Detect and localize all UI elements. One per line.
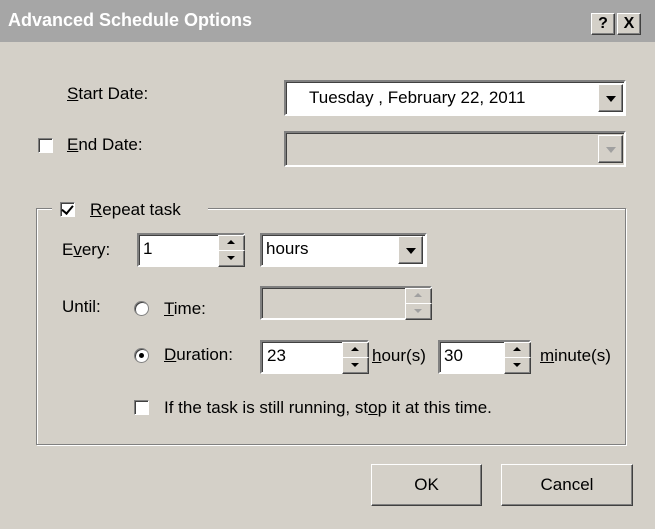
duration-hours-value: 23 <box>267 346 286 365</box>
end-date-checkbox[interactable] <box>38 138 53 153</box>
help-icon: ? <box>598 15 608 32</box>
arrow-down-icon <box>227 256 235 260</box>
duration-hours-spinner[interactable] <box>342 342 369 374</box>
minutes-unit-label: minute(s) <box>540 346 611 365</box>
duration-minutes-value: 30 <box>444 346 463 365</box>
every-input[interactable]: 1 <box>137 233 245 267</box>
chevron-down-icon <box>606 147 616 153</box>
end-date-picker[interactable] <box>284 131 626 167</box>
title-bar: Advanced Schedule Options ? X <box>0 0 655 42</box>
duration-radio[interactable] <box>134 348 149 363</box>
arrow-down-icon <box>513 363 521 367</box>
radio-selected-dot <box>139 353 144 358</box>
arrow-up-icon <box>227 240 235 244</box>
end-date-label: End Date: <box>67 135 143 154</box>
every-unit-value: hours <box>266 239 309 258</box>
every-value: 1 <box>143 239 153 258</box>
stop-task-label: If the task is still running, stop it at… <box>164 398 492 417</box>
duration-minutes-spinner[interactable] <box>504 342 531 374</box>
time-spinner[interactable] <box>405 288 432 320</box>
stop-task-checkbox[interactable] <box>134 400 149 415</box>
advanced-schedule-dialog: Advanced Schedule Options ? X Start Date… <box>0 0 655 529</box>
start-date-picker[interactable]: Tuesday , February 22, 2011 <box>284 80 626 116</box>
every-spinner[interactable] <box>218 235 245 267</box>
start-date-value: Tuesday , February 22, 2011 <box>309 88 526 107</box>
duration-hours-input[interactable]: 23 <box>260 340 369 374</box>
chevron-down-icon <box>606 96 616 102</box>
until-label: Until: <box>62 297 101 316</box>
chevron-down-icon <box>406 248 416 254</box>
start-date-label: Start Date: <box>67 84 149 103</box>
arrow-up-icon <box>351 347 359 351</box>
cancel-button[interactable]: Cancel <box>501 464 633 506</box>
close-button[interactable]: X <box>617 13 641 35</box>
arrow-down-icon <box>351 363 359 367</box>
time-input[interactable] <box>260 286 432 320</box>
time-radio[interactable] <box>134 301 149 316</box>
minutes-spin-down[interactable] <box>504 357 531 374</box>
duration-label: Duration: <box>164 345 233 364</box>
every-label: Every: <box>62 240 111 259</box>
arrow-up-icon <box>513 347 521 351</box>
every-spin-down[interactable] <box>218 250 245 267</box>
every-unit-select[interactable]: hours <box>260 233 427 267</box>
duration-minutes-input[interactable]: 30 <box>438 340 531 374</box>
arrow-down-icon <box>414 309 422 313</box>
arrow-up-icon <box>414 293 422 297</box>
hours-spin-down[interactable] <box>342 357 369 374</box>
window-title: Advanced Schedule Options <box>8 10 253 30</box>
repeat-task-legend: Repeat task <box>52 199 208 221</box>
help-button[interactable]: ? <box>591 13 615 35</box>
time-label: Time: <box>164 299 206 318</box>
hours-unit-label: hour(s) <box>372 346 426 365</box>
end-date-dropdown-button[interactable] <box>598 135 623 163</box>
every-unit-dropdown-button[interactable] <box>398 236 423 264</box>
repeat-task-checkbox[interactable] <box>60 202 75 217</box>
repeat-task-label: Repeat task <box>90 200 181 219</box>
close-icon: X <box>623 15 635 32</box>
checkmark-icon <box>61 202 74 215</box>
time-spin-down[interactable] <box>405 303 432 320</box>
ok-button[interactable]: OK <box>371 464 482 506</box>
start-date-dropdown-button[interactable] <box>598 84 623 112</box>
